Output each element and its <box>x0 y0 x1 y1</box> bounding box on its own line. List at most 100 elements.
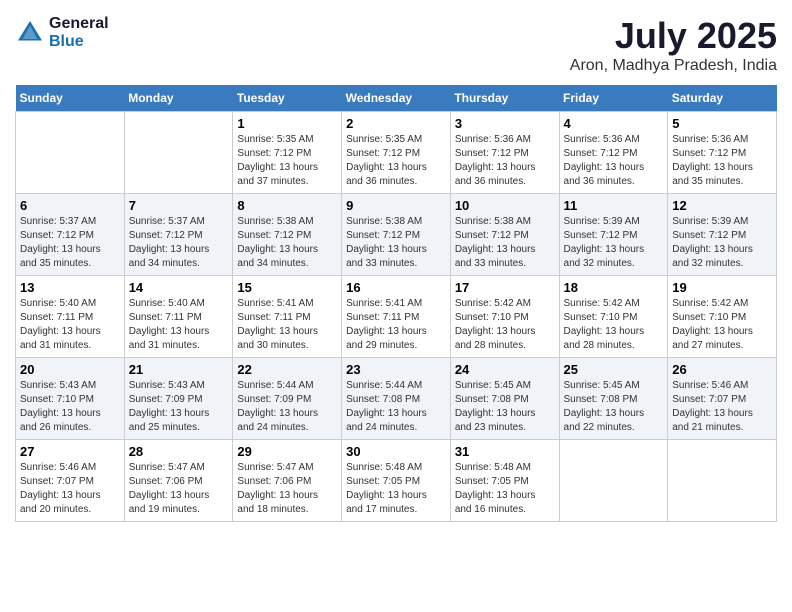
day-info: Sunrise: 5:43 AMSunset: 7:09 PMDaylight:… <box>129 379 229 435</box>
calendar-cell: 19 Sunrise: 5:42 AMSunset: 7:10 PMDayligh… <box>668 276 777 358</box>
day-number: 25 <box>564 362 664 377</box>
day-number: 16 <box>346 280 446 295</box>
day-number: 30 <box>346 444 446 459</box>
logo-icon <box>15 18 45 48</box>
day-number: 12 <box>672 198 772 213</box>
header-saturday: Saturday <box>668 85 777 112</box>
day-info: Sunrise: 5:36 AMSunset: 7:12 PMDaylight:… <box>455 133 555 189</box>
day-info: Sunrise: 5:38 AMSunset: 7:12 PMDaylight:… <box>237 215 337 271</box>
header-thursday: Thursday <box>450 85 559 112</box>
day-info: Sunrise: 5:42 AMSunset: 7:10 PMDaylight:… <box>672 297 772 353</box>
calendar-cell: 3 Sunrise: 5:36 AMSunset: 7:12 PMDaylight… <box>450 112 559 194</box>
day-number: 26 <box>672 362 772 377</box>
day-info: Sunrise: 5:46 AMSunset: 7:07 PMDaylight:… <box>672 379 772 435</box>
header-wednesday: Wednesday <box>342 85 451 112</box>
header-friday: Friday <box>559 85 668 112</box>
calendar-cell: 31Sunrise: 5:48 AMSunset: 7:05 PMDayligh… <box>450 440 559 522</box>
day-number: 20 <box>20 362 120 377</box>
day-info: Sunrise: 5:41 AMSunset: 7:11 PMDaylight:… <box>237 297 337 353</box>
day-info: Sunrise: 5:46 AMSunset: 7:07 PMDaylight:… <box>20 461 120 517</box>
page-header: General Blue July 2025 Aron, Madhya Prad… <box>15 15 777 75</box>
day-info: Sunrise: 5:40 AMSunset: 7:11 PMDaylight:… <box>129 297 229 353</box>
calendar-cell: 29 Sunrise: 5:47 AMSunset: 7:06 PMDayligh… <box>233 440 342 522</box>
day-number: 10 <box>455 198 555 213</box>
calendar-week-1: 1 Sunrise: 5:35 AMSunset: 7:12 PMDaylight… <box>16 112 777 194</box>
logo-blue-text: Blue <box>49 33 109 51</box>
calendar-cell: 28 Sunrise: 5:47 AMSunset: 7:06 PMDayligh… <box>124 440 233 522</box>
day-info: Sunrise: 5:38 AMSunset: 7:12 PMDaylight:… <box>455 215 555 271</box>
calendar-week-3: 13 Sunrise: 5:40 AMSunset: 7:11 PMDayligh… <box>16 276 777 358</box>
calendar-cell: 1 Sunrise: 5:35 AMSunset: 7:12 PMDaylight… <box>233 112 342 194</box>
calendar-cell <box>16 112 125 194</box>
calendar-cell: 16 Sunrise: 5:41 AMSunset: 7:11 PMDayligh… <box>342 276 451 358</box>
logo: General Blue <box>15 15 109 50</box>
day-number: 13 <box>20 280 120 295</box>
day-number: 24 <box>455 362 555 377</box>
day-number: 29 <box>237 444 337 459</box>
subtitle: Aron, Madhya Pradesh, India <box>570 57 777 75</box>
day-number: 11 <box>564 198 664 213</box>
calendar-cell: 8 Sunrise: 5:38 AMSunset: 7:12 PMDaylight… <box>233 194 342 276</box>
calendar-cell: 13 Sunrise: 5:40 AMSunset: 7:11 PMDayligh… <box>16 276 125 358</box>
day-number: 15 <box>237 280 337 295</box>
calendar-cell: 9Sunrise: 5:38 AMSunset: 7:12 PMDaylight… <box>342 194 451 276</box>
header-monday: Monday <box>124 85 233 112</box>
day-info: Sunrise: 5:45 AMSunset: 7:08 PMDaylight:… <box>455 379 555 435</box>
calendar-cell: 18Sunrise: 5:42 AMSunset: 7:10 PMDayligh… <box>559 276 668 358</box>
calendar-cell: 15 Sunrise: 5:41 AMSunset: 7:11 PMDayligh… <box>233 276 342 358</box>
day-number: 2 <box>346 116 446 131</box>
day-info: Sunrise: 5:47 AMSunset: 7:06 PMDaylight:… <box>237 461 337 517</box>
calendar-cell: 24 Sunrise: 5:45 AMSunset: 7:08 PMDayligh… <box>450 358 559 440</box>
calendar-cell <box>124 112 233 194</box>
day-number: 8 <box>237 198 337 213</box>
day-info: Sunrise: 5:44 AMSunset: 7:08 PMDaylight:… <box>346 379 446 435</box>
day-info: Sunrise: 5:42 AMSunset: 7:10 PMDaylight:… <box>564 297 664 353</box>
day-number: 7 <box>129 198 229 213</box>
day-info: Sunrise: 5:39 AMSunset: 7:12 PMDaylight:… <box>672 215 772 271</box>
header-tuesday: Tuesday <box>233 85 342 112</box>
calendar-cell: 14 Sunrise: 5:40 AMSunset: 7:11 PMDayligh… <box>124 276 233 358</box>
day-number: 4 <box>564 116 664 131</box>
day-number: 1 <box>237 116 337 131</box>
day-info: Sunrise: 5:35 AMSunset: 7:12 PMDaylight:… <box>346 133 446 189</box>
day-number: 23 <box>346 362 446 377</box>
calendar-cell: 7 Sunrise: 5:37 AMSunset: 7:12 PMDaylight… <box>124 194 233 276</box>
calendar-week-4: 20 Sunrise: 5:43 AMSunset: 7:10 PMDayligh… <box>16 358 777 440</box>
calendar-cell: 4Sunrise: 5:36 AMSunset: 7:12 PMDaylight… <box>559 112 668 194</box>
day-info: Sunrise: 5:41 AMSunset: 7:11 PMDaylight:… <box>346 297 446 353</box>
day-number: 19 <box>672 280 772 295</box>
day-info: Sunrise: 5:45 AMSunset: 7:08 PMDaylight:… <box>564 379 664 435</box>
day-number: 6 <box>20 198 120 213</box>
calendar-cell: 11Sunrise: 5:39 AMSunset: 7:12 PMDayligh… <box>559 194 668 276</box>
day-info: Sunrise: 5:47 AMSunset: 7:06 PMDaylight:… <box>129 461 229 517</box>
day-number: 21 <box>129 362 229 377</box>
calendar-cell: 30Sunrise: 5:48 AMSunset: 7:05 PMDayligh… <box>342 440 451 522</box>
calendar-cell <box>559 440 668 522</box>
day-number: 5 <box>672 116 772 131</box>
logo-text: General Blue <box>49 15 109 50</box>
day-info: Sunrise: 5:37 AMSunset: 7:12 PMDaylight:… <box>129 215 229 271</box>
day-number: 31 <box>455 444 555 459</box>
day-number: 9 <box>346 198 446 213</box>
calendar-cell: 2 Sunrise: 5:35 AMSunset: 7:12 PMDaylight… <box>342 112 451 194</box>
calendar-cell: 26 Sunrise: 5:46 AMSunset: 7:07 PMDayligh… <box>668 358 777 440</box>
day-info: Sunrise: 5:44 AMSunset: 7:09 PMDaylight:… <box>237 379 337 435</box>
calendar-cell: 20 Sunrise: 5:43 AMSunset: 7:10 PMDayligh… <box>16 358 125 440</box>
day-info: Sunrise: 5:40 AMSunset: 7:11 PMDaylight:… <box>20 297 120 353</box>
day-info: Sunrise: 5:37 AMSunset: 7:12 PMDaylight:… <box>20 215 120 271</box>
logo-general-text: General <box>49 15 109 33</box>
day-number: 14 <box>129 280 229 295</box>
day-number: 3 <box>455 116 555 131</box>
day-number: 28 <box>129 444 229 459</box>
calendar-cell: 12 Sunrise: 5:39 AMSunset: 7:12 PMDayligh… <box>668 194 777 276</box>
calendar-cell: 17Sunrise: 5:42 AMSunset: 7:10 PMDayligh… <box>450 276 559 358</box>
calendar-cell: 27Sunrise: 5:46 AMSunset: 7:07 PMDayligh… <box>16 440 125 522</box>
day-number: 22 <box>237 362 337 377</box>
calendar-cell: 25 Sunrise: 5:45 AMSunset: 7:08 PMDayligh… <box>559 358 668 440</box>
day-info: Sunrise: 5:42 AMSunset: 7:10 PMDaylight:… <box>455 297 555 353</box>
calendar-cell: 21 Sunrise: 5:43 AMSunset: 7:09 PMDayligh… <box>124 358 233 440</box>
calendar-cell: 22 Sunrise: 5:44 AMSunset: 7:09 PMDayligh… <box>233 358 342 440</box>
day-info: Sunrise: 5:35 AMSunset: 7:12 PMDaylight:… <box>237 133 337 189</box>
header-sunday: Sunday <box>16 85 125 112</box>
day-info: Sunrise: 5:43 AMSunset: 7:10 PMDaylight:… <box>20 379 120 435</box>
